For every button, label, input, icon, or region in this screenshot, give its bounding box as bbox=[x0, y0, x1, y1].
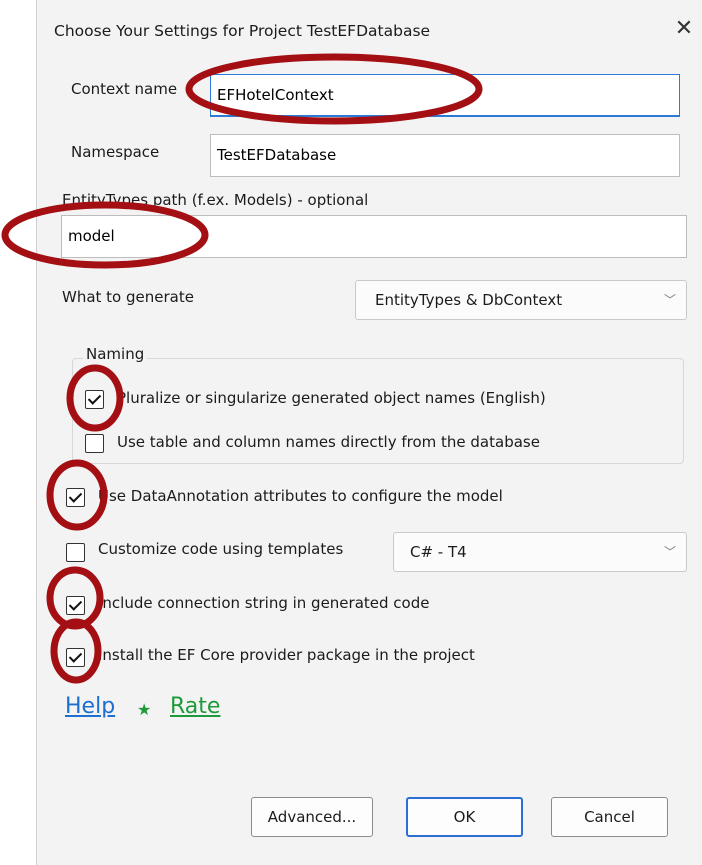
install-provider-checkbox[interactable] bbox=[66, 648, 85, 667]
generate-dropdown[interactable]: EntityTypes & DbContext ﹀ bbox=[355, 280, 687, 320]
chevron-down-icon: ﹀ bbox=[663, 545, 676, 559]
context-name-label: Context name bbox=[71, 80, 178, 98]
install-provider-label: Install the EF Core provider package in … bbox=[98, 646, 475, 664]
templates-label: Customize code using templates bbox=[98, 540, 344, 558]
pluralize-label: Pluralize or singularize generated objec… bbox=[117, 389, 546, 407]
use-db-names-label: Use table and column names directly from… bbox=[117, 433, 540, 451]
generate-label: What to generate bbox=[62, 288, 194, 306]
help-link[interactable]: Help bbox=[65, 694, 115, 719]
namespace-label: Namespace bbox=[71, 143, 160, 161]
use-db-names-checkbox[interactable] bbox=[85, 434, 104, 453]
connection-string-label: Include connection string in generated c… bbox=[98, 594, 430, 612]
context-name-input[interactable]: EFHotelContext bbox=[210, 74, 680, 117]
cancel-button[interactable]: Cancel bbox=[551, 797, 668, 837]
settings-dialog: Choose Your Settings for Project TestEFD… bbox=[36, 0, 702, 865]
chevron-down-icon: ﹀ bbox=[663, 293, 676, 307]
connection-string-checkbox[interactable] bbox=[66, 596, 85, 615]
close-icon[interactable]: ✕ bbox=[671, 16, 697, 42]
title-bar: Choose Your Settings for Project TestEFD… bbox=[37, 0, 702, 62]
templates-checkbox[interactable] bbox=[66, 543, 85, 562]
templates-selected: C# - T4 bbox=[410, 543, 467, 561]
dialog-title: Choose Your Settings for Project TestEFD… bbox=[54, 22, 431, 40]
namespace-input[interactable]: TestEFDatabase bbox=[210, 134, 680, 177]
pluralize-checkbox[interactable] bbox=[85, 390, 104, 409]
templates-dropdown[interactable]: C# - T4 ﹀ bbox=[393, 532, 687, 572]
ok-button[interactable]: OK bbox=[406, 797, 523, 837]
naming-group-title: Naming bbox=[83, 345, 148, 363]
advanced-button[interactable]: Advanced... bbox=[251, 797, 373, 837]
entity-path-label: EntityTypes path (f.ex. Models) - option… bbox=[62, 191, 369, 209]
rate-link[interactable]: Rate bbox=[170, 694, 220, 719]
star-icon: ★ bbox=[137, 700, 152, 719]
generate-selected: EntityTypes & DbContext bbox=[375, 291, 563, 309]
entity-path-input[interactable]: model bbox=[61, 215, 687, 258]
data-annotations-checkbox[interactable] bbox=[66, 488, 85, 507]
data-annotations-label: Use DataAnnotation attributes to configu… bbox=[98, 487, 503, 505]
